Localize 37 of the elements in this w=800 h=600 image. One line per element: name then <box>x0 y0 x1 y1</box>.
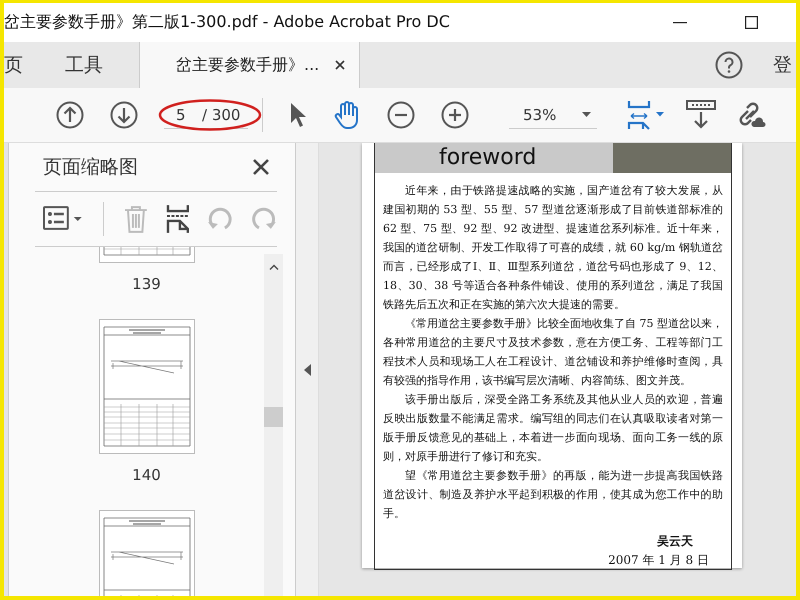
minimize-icon[interactable] <box>673 22 687 24</box>
window-title: 岔主要参数手册》第二版1-300.pdf - Adobe Acrobat Pro DC <box>4 12 450 33</box>
previous-page-icon[interactable] <box>56 101 84 129</box>
sign-in-link[interactable]: 登 <box>773 52 792 78</box>
tab[interactable]: 岔主要参数手册》... <box>139 42 360 88</box>
paragraph: 望《常用道岔主要参数手册》的再版，能为进一步提高我国铁路道岔设计、制造及养护水平起到积极的作用，使其成为您工作中的助手。 <box>383 468 723 522</box>
pointer-icon[interactable] <box>289 102 307 128</box>
zoom-in-icon[interactable] <box>441 101 469 129</box>
fit-page-icon[interactable] <box>627 100 667 130</box>
page-heading: foreword <box>375 143 613 173</box>
scrollbar[interactable] <box>264 254 283 596</box>
signature: 吴云天 <box>656 533 694 550</box>
options-menu-icon[interactable] <box>43 206 83 232</box>
hand-icon[interactable] <box>333 100 361 130</box>
caret-icon <box>582 112 591 117</box>
tab[interactable]: 工具 <box>49 42 119 88</box>
maximize-icon[interactable] <box>745 16 758 29</box>
download-icon[interactable] <box>685 100 717 130</box>
paragraph: 《常用道岔主要参数手册》比较全面地收集了自 75 型道岔以来，各种常用道岔的主要尺寸及技术参数，意在方便工务、工程等部门工程技术人员和现场工人在工程设计、道岔铺设和养护维修时查阅，具有较强的指导作用，该书编写层次清晰、内容简练、图文并茂。 <box>383 316 723 389</box>
panel-title: 页面缩略图 <box>43 155 138 180</box>
collapse-arrow-icon[interactable] <box>304 364 310 376</box>
close-icon[interactable] <box>253 159 269 175</box>
page-thumbnail[interactable] <box>98 319 194 454</box>
close-icon[interactable] <box>335 60 346 70</box>
paragraph: 该手册出版后，深受全路工务系统及其他从业人员的欢迎，普遍反映出版数量不能满足需求。编写组的同志们在认真吸取读者对第一版手册反馈意见的基础上，本着进一步面向现场、面向工务一线的原则，对原手册进行了修订和充实。 <box>383 392 723 465</box>
insert-page-icon[interactable] <box>166 205 190 233</box>
page-number-label: 140 <box>132 466 161 484</box>
tab[interactable]: 页 <box>4 42 49 88</box>
date: 2007 年 1 月 8 日 <box>607 552 710 569</box>
paragraph: 近年来，由于铁路提速战略的实施，国产道岔有了较大发展，从建国初期的 53 型、55 型、57 型道岔逐渐形成了目前铁道部标准的 62 型、75 型、92 型、92 改进型、提速道岔系列标准。近十年来，我国的道岔研制、开发工作取得了可喜的成绩，就 60 kg/m 钢轨道岔而言，已经形成了Ⅰ、Ⅱ、Ⅲ型系列道岔，道岔号码也形成了 9、12、18、30、38 号等适合各种条件铺设、使用的系列道岔，满足了我国铁路先后五次和正在实施的第六次大提速的需要。 <box>383 183 723 313</box>
scroll-up-icon[interactable] <box>268 264 278 270</box>
help-icon[interactable] <box>715 51 743 79</box>
zoom-out-icon[interactable] <box>387 101 415 129</box>
scroll-thumb[interactable] <box>264 407 283 427</box>
next-page-icon[interactable] <box>110 101 138 129</box>
page-number-label: 139 <box>132 275 161 293</box>
zoom-dropdown[interactable]: 53% <box>509 101 597 129</box>
